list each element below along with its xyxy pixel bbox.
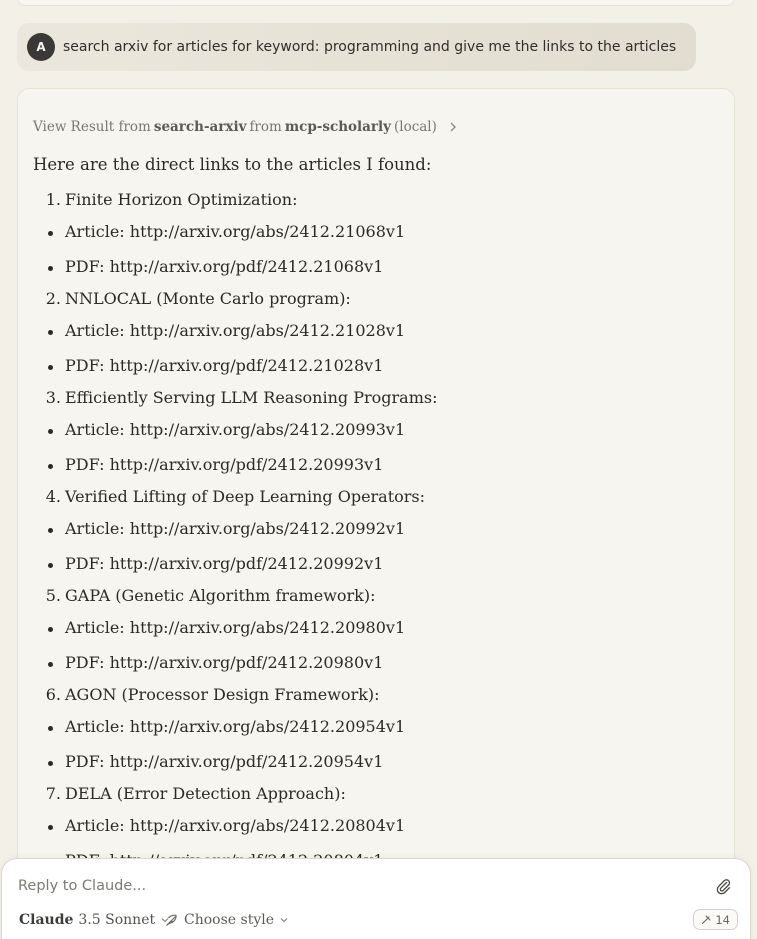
composer: Claude 3.5 Sonnet Choose style 14	[1, 858, 751, 939]
feather-icon	[166, 914, 177, 926]
assistant-message: View Result from search-arxiv from mcp-s…	[17, 88, 735, 939]
paperclip-icon[interactable]	[714, 877, 732, 895]
pdf-link[interactable]: PDF: http://arxiv.org/pdf/2412.20992v1	[48, 554, 384, 573]
article-url: Article: http://arxiv.org/abs/2412.20804…	[65, 816, 406, 835]
article-title-text: Verified Lifting of Deep Learning Operat…	[65, 487, 426, 506]
article-title-text: DELA (Error Detection Approach):	[65, 784, 346, 803]
tool-name: search-arxiv	[153, 119, 247, 135]
article-title-text: AGON (Processor Design Framework):	[65, 685, 380, 704]
tool-result-link[interactable]: View Result from search-arxiv from mcp-s…	[33, 119, 457, 135]
article-title: 6. AGON (Processor Design Framework):	[46, 685, 380, 704]
bullet-dot	[48, 825, 53, 830]
article-url: Article: http://arxiv.org/abs/2412.21028…	[65, 321, 406, 340]
list-number: 2.	[45, 289, 61, 308]
article-url: Article: http://arxiv.org/abs/2412.20992…	[65, 519, 406, 538]
pdf-url: PDF: http://arxiv.org/pdf/2412.21068v1	[65, 257, 384, 276]
article-title-text: Efficiently Serving LLM Reasoning Progra…	[65, 388, 438, 407]
bullet-dot	[48, 429, 53, 434]
bullet-dot	[48, 563, 53, 568]
user-message: A search arxiv for articles for keyword:…	[17, 23, 696, 71]
article-title: 2. NNLOCAL (Monte Carlo program):	[46, 289, 351, 308]
pdf-link[interactable]: PDF: http://arxiv.org/pdf/2412.20993v1	[48, 455, 384, 474]
token-count-badge[interactable]: 14	[693, 909, 738, 930]
user-message-text: search arxiv for articles for keyword: p…	[63, 39, 677, 55]
article-title: 5. GAPA (Genetic Algorithm framework):	[46, 586, 376, 605]
article-link[interactable]: Article: http://arxiv.org/abs/2412.21068…	[48, 222, 406, 241]
chevron-down-icon	[280, 918, 288, 923]
list-number: 7.	[45, 784, 61, 803]
article-link[interactable]: Article: http://arxiv.org/abs/2412.20954…	[48, 717, 406, 736]
article-link[interactable]: Article: http://arxiv.org/abs/2412.20980…	[48, 618, 406, 637]
bullet-dot	[48, 761, 53, 766]
bullet-dot	[48, 365, 53, 370]
article-url: Article: http://arxiv.org/abs/2412.20980…	[65, 618, 406, 637]
article-title: 1. Finite Horizon Optimization:	[46, 190, 298, 209]
article-link[interactable]: Article: http://arxiv.org/abs/2412.21028…	[48, 321, 406, 340]
model-brand: Claude	[19, 912, 74, 928]
list-number: 5.	[45, 586, 61, 605]
article-title: 7. DELA (Error Detection Approach):	[46, 784, 346, 803]
list-number: 6.	[45, 685, 61, 704]
article-url: Article: http://arxiv.org/abs/2412.20993…	[65, 420, 406, 439]
article-title: 4. Verified Lifting of Deep Learning Oper…	[46, 487, 426, 506]
article-title-text: NNLOCAL (Monte Carlo program):	[65, 289, 351, 308]
previous-message-card	[17, 0, 735, 6]
pdf-link[interactable]: PDF: http://arxiv.org/pdf/2412.20980v1	[48, 653, 384, 672]
bullet-dot	[48, 266, 53, 271]
article-link[interactable]: Article: http://arxiv.org/abs/2412.20992…	[48, 519, 406, 538]
chevron-right-icon	[450, 122, 456, 132]
response-intro: Here are the direct links to the article…	[33, 155, 432, 174]
article-link[interactable]: Article: http://arxiv.org/abs/2412.20993…	[48, 420, 406, 439]
style-label: Choose style	[184, 912, 274, 928]
list-number: 1.	[45, 190, 61, 209]
pdf-link[interactable]: PDF: http://arxiv.org/pdf/2412.21068v1	[48, 257, 384, 276]
bullet-dot	[48, 330, 53, 335]
article-link[interactable]: Article: http://arxiv.org/abs/2412.20804…	[48, 816, 406, 835]
model-selector[interactable]: Claude 3.5 Sonnet	[19, 912, 170, 928]
bullet-dot	[48, 627, 53, 632]
pdf-url: PDF: http://arxiv.org/pdf/2412.21028v1	[65, 356, 384, 375]
tool-result-prefix: View Result from	[33, 119, 151, 135]
reply-input[interactable]	[18, 875, 698, 897]
article-title-text: Finite Horizon Optimization:	[65, 190, 298, 209]
bullet-dot	[48, 662, 53, 667]
list-number: 4.	[45, 487, 61, 506]
article-url: Article: http://arxiv.org/abs/2412.20954…	[65, 717, 406, 736]
article-url: Article: http://arxiv.org/abs/2412.21068…	[65, 222, 406, 241]
pdf-url: PDF: http://arxiv.org/pdf/2412.20992v1	[65, 554, 384, 573]
pdf-url: PDF: http://arxiv.org/pdf/2412.20980v1	[65, 653, 384, 672]
article-title-text: GAPA (Genetic Algorithm framework):	[65, 586, 376, 605]
article-title: 3. Efficiently Serving LLM Reasoning Prog…	[46, 388, 438, 407]
list-number: 3.	[45, 388, 61, 407]
bullet-dot	[48, 464, 53, 469]
bullet-dot	[48, 528, 53, 533]
pdf-link[interactable]: PDF: http://arxiv.org/pdf/2412.20954v1	[48, 752, 384, 771]
pdf-url: PDF: http://arxiv.org/pdf/2412.20993v1	[65, 455, 384, 474]
token-count: 14	[715, 912, 730, 927]
pen-icon	[702, 915, 711, 925]
pdf-link[interactable]: PDF: http://arxiv.org/pdf/2412.21028v1	[48, 356, 384, 375]
user-avatar: A	[27, 33, 55, 61]
tool-from-word: from	[249, 119, 282, 135]
model-version: 3.5 Sonnet	[78, 912, 156, 928]
server-scope: (local)	[393, 119, 437, 135]
server-name: mcp-scholarly	[284, 119, 391, 135]
bullet-dot	[48, 726, 53, 731]
style-selector[interactable]: Choose style	[164, 912, 289, 928]
bullet-dot	[48, 231, 53, 236]
pdf-url: PDF: http://arxiv.org/pdf/2412.20954v1	[65, 752, 384, 771]
